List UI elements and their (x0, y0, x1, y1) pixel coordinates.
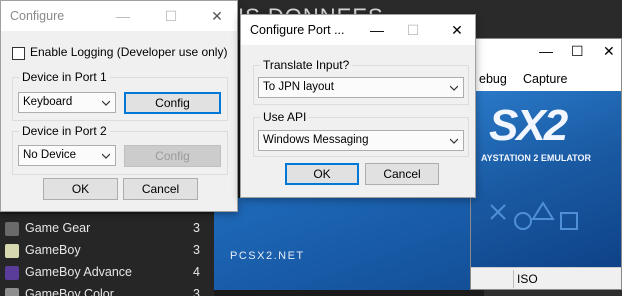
splash-background (214, 198, 470, 290)
status-separator (513, 270, 514, 288)
port2-config-button[interactable]: Config (124, 145, 221, 167)
port1-device-value: Keyboard (23, 96, 73, 108)
list-item-label: GameBoy (25, 243, 81, 257)
ok-button[interactable]: OK (43, 178, 118, 200)
chevron-down-icon (450, 85, 458, 91)
minimize-icon[interactable]: — (359, 15, 395, 45)
configure-port-dialog: Configure Port ... — ☐ ✕ Translate Input… (240, 14, 476, 198)
configure-port-title: Configure Port ... (250, 23, 345, 37)
menu-capture[interactable]: Capture (523, 72, 567, 86)
list-item-count: 3 (193, 221, 200, 235)
menu-bar: ebug Capture (471, 69, 621, 91)
api-legend: Use API (260, 110, 310, 124)
site-label: PCSX2.NET (230, 250, 305, 262)
gameboy-icon (5, 244, 19, 258)
list-item[interactable]: GameBoy 3 (0, 240, 214, 262)
pcsx2-logo: SX2 (489, 101, 568, 150)
configure-port-titlebar: Configure Port ... — ☐ ✕ (241, 15, 475, 45)
port2-legend: Device in Port 2 (19, 124, 110, 138)
chevron-down-icon (102, 100, 110, 106)
gameboy-advance-icon (5, 266, 19, 280)
emulator-subtitle: AYSTATION 2 EMULATOR (481, 153, 592, 163)
game-gear-icon (5, 222, 19, 236)
close-icon[interactable]: ✕ (439, 15, 475, 45)
cancel-button[interactable]: Cancel (365, 163, 439, 185)
list-item-label: Game Gear (25, 221, 91, 235)
translate-legend: Translate Input? (260, 58, 353, 72)
list-item[interactable]: GameBoy Advance 4 (0, 262, 214, 284)
list-item[interactable]: Game Gear 3 (0, 218, 214, 240)
port2-device-select[interactable]: No Device (18, 145, 116, 166)
translate-select[interactable]: To JPN layout (258, 77, 464, 98)
chevron-down-icon (450, 138, 458, 144)
cancel-button[interactable]: Cancel (123, 178, 198, 200)
close-icon[interactable]: ✕ (603, 43, 615, 60)
platform-list: Game Gear 3 GameBoy 3 GameBoy Advance 4 … (0, 214, 214, 296)
chevron-down-icon (102, 153, 110, 159)
port1-config-button[interactable]: Config (124, 92, 221, 114)
api-value: Windows Messaging (263, 134, 369, 146)
configure-titlebar: Configure — ☐ ✕ (1, 1, 237, 31)
splash-image: SX2 AYSTATION 2 EMULATOR (471, 91, 621, 267)
status-bar: ISO (471, 267, 621, 289)
configure-title: Configure (10, 9, 65, 23)
list-item-count: 4 (193, 265, 200, 279)
port1-device-select[interactable]: Keyboard (18, 92, 116, 113)
maximize-icon[interactable]: ☐ (395, 15, 431, 45)
close-icon[interactable]: ✕ (199, 1, 235, 31)
pcsx2-window: — ☐ ✕ ebug Capture SX2 AYSTATION 2 EMULA… (470, 38, 622, 290)
list-item-label: GameBoy Color (25, 287, 114, 296)
menu-debug[interactable]: ebug (479, 72, 507, 86)
playstation-buttons-icon (490, 201, 578, 230)
api-select[interactable]: Windows Messaging (258, 130, 464, 151)
translate-value: To JPN layout (263, 81, 334, 93)
enable-logging-label: Enable Logging (Developer use only) (30, 45, 228, 59)
list-item-count: 3 (193, 243, 200, 257)
list-item-label: GameBoy Advance (25, 265, 133, 279)
minimize-icon[interactable]: — (105, 1, 141, 31)
configure-dialog: Configure — ☐ ✕ Enable Logging (Develope… (0, 0, 238, 212)
list-item[interactable]: GameBoy Color 3 (0, 284, 214, 296)
minimize-icon[interactable]: — (539, 43, 553, 59)
maximize-icon[interactable]: ☐ (153, 1, 189, 31)
maximize-icon[interactable]: ☐ (571, 43, 584, 60)
enable-logging-checkbox[interactable] (12, 47, 25, 60)
port1-legend: Device in Port 1 (19, 70, 110, 84)
port2-device-value: No Device (23, 149, 77, 161)
ok-button[interactable]: OK (285, 163, 359, 185)
gameboy-color-icon (5, 288, 19, 296)
status-iso: ISO (517, 272, 538, 286)
list-item-count: 3 (193, 287, 200, 296)
